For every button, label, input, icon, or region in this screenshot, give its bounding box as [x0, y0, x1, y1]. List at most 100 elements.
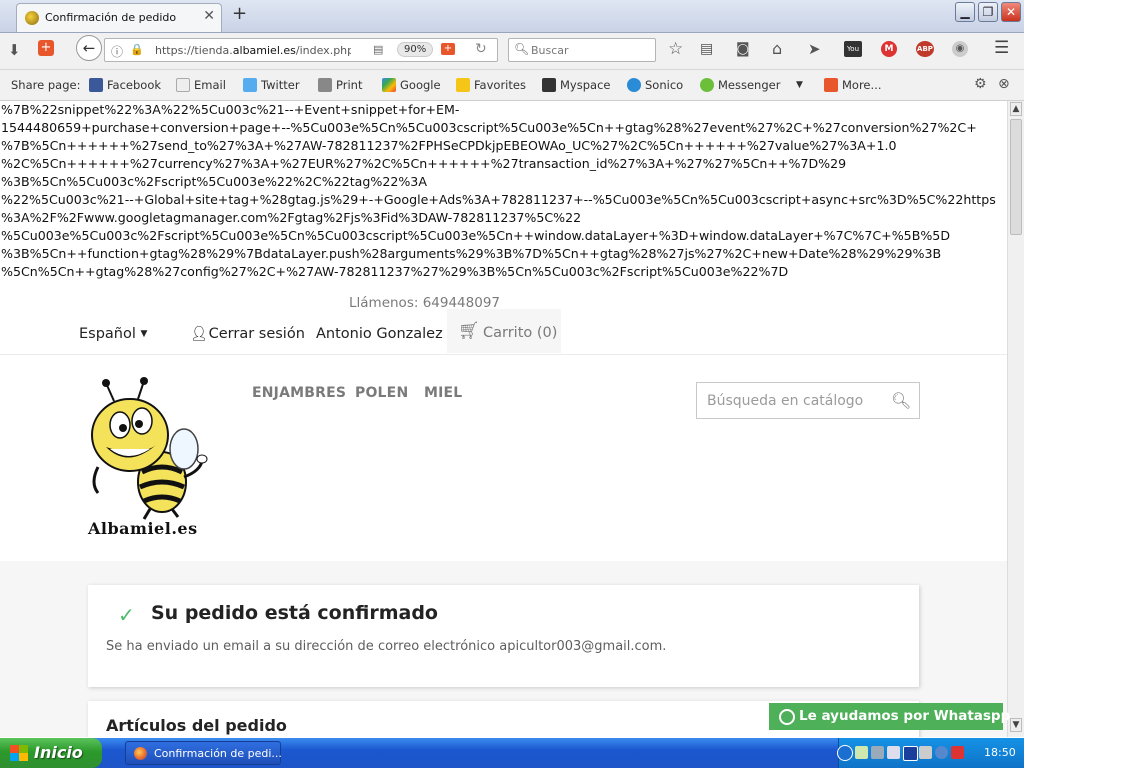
close-sharebar-icon[interactable]: ⊗	[998, 76, 1010, 92]
bee-logo-icon	[91, 377, 208, 520]
scroll-up-icon[interactable]: ▲	[1010, 102, 1022, 116]
print-icon	[318, 78, 332, 92]
logout-link[interactable]: 👤︎ Cerrar sesión	[190, 326, 305, 342]
whatsapp-help-button[interactable]: Le ayudamos por Whataspp	[769, 703, 1010, 730]
send-icon[interactable]: ➤	[808, 40, 821, 58]
google-icon	[382, 78, 396, 92]
caret-down-icon: ▼	[140, 329, 148, 339]
menu-hamburger-icon[interactable]: ☰	[994, 38, 1009, 58]
vertical-scrollbar[interactable]: ▲ ▼	[1007, 101, 1024, 737]
share-messenger[interactable]: Messenger	[700, 78, 780, 92]
search-icon: 🔍︎	[514, 42, 530, 56]
system-tray: 18:50	[837, 738, 1024, 768]
share-facebook[interactable]: Facebook	[89, 78, 161, 92]
back-arrow-icon[interactable]: ←	[76, 35, 102, 61]
reload-icon[interactable]: ↻	[475, 41, 487, 57]
tracking-code-text: %7B%22snippet%22%3A%22%5Cu003c%21--+Even…	[1, 102, 996, 279]
whatsapp-icon	[779, 709, 795, 725]
tray-app-icon[interactable]	[855, 746, 868, 759]
browser-search-input[interactable]: 🔍︎ Buscar	[508, 38, 656, 62]
more-plus-icon	[824, 78, 838, 92]
close-tab-icon[interactable]: ✕	[203, 8, 215, 24]
new-tab-icon[interactable]: +	[232, 3, 247, 24]
desktop-blank-area	[1024, 0, 1139, 768]
zoom-indicator[interactable]: 90%	[397, 42, 434, 57]
tray-network-icon[interactable]	[871, 746, 884, 759]
bee-favicon-icon	[25, 11, 39, 25]
bookmarks-list-icon[interactable]: ▤	[700, 41, 713, 57]
lock-icon: 🔒	[130, 43, 144, 56]
sonico-icon	[627, 78, 641, 92]
search-icon[interactable]: 🔍︎	[891, 391, 911, 410]
home-icon[interactable]: ⌂	[772, 39, 782, 58]
nav-toolbar: ⬇ + ← ⓘ 🔒 https://tienda.albamiel.es/ind…	[0, 33, 1024, 70]
addon-plus-icon[interactable]: +	[38, 40, 54, 56]
tray-device-icon[interactable]	[919, 746, 932, 759]
twitter-icon	[243, 78, 257, 92]
menu-item-enjambres[interactable]: ENJAMBRES	[252, 385, 346, 401]
info-icon[interactable]: ⓘ	[111, 43, 123, 60]
extension-icon[interactable]: ◉	[952, 41, 968, 57]
logo-text: Albamiel.es	[88, 519, 198, 538]
restore-button[interactable]: ❐	[978, 2, 998, 22]
youtube-icon[interactable]: You	[844, 41, 862, 57]
catalog-search-input[interactable]: Búsqueda en catálogo 🔍︎	[696, 382, 920, 419]
language-selector[interactable]: Español ▼	[79, 326, 147, 342]
share-label: Share page:	[11, 78, 81, 92]
windows-logo-icon	[10, 745, 28, 761]
account-link[interactable]: Antonio Gonzalez	[316, 326, 443, 342]
close-window-button[interactable]: ✕	[1001, 2, 1021, 22]
share-google[interactable]: Google	[382, 78, 441, 92]
taskbar: Inicio Confirmación de pedi... 18:50	[0, 738, 1024, 768]
check-icon: ✓	[118, 603, 135, 627]
confirmation-title: Su pedido está confirmado	[151, 602, 438, 624]
tray-antivirus-icon[interactable]	[951, 746, 964, 759]
minimize-button[interactable]: ▁	[955, 2, 975, 22]
firefox-icon	[134, 747, 147, 760]
messenger-icon	[700, 78, 714, 92]
url-bar[interactable]: ⓘ 🔒 https://tienda.albamiel.es/index.php…	[104, 38, 498, 62]
share-more[interactable]: More...	[824, 78, 881, 92]
share-toolbar: Share page: Facebook Email Twitter Print…	[0, 70, 1024, 101]
menu-item-miel[interactable]: MIEL	[424, 385, 462, 401]
share-print[interactable]: Print	[318, 78, 362, 92]
url-text: https://tienda.albamiel.es/index.php?cor	[155, 44, 351, 57]
gear-icon[interactable]: ⚙	[974, 76, 987, 92]
adblock-icon[interactable]: ABP	[916, 41, 934, 57]
share-twitter[interactable]: Twitter	[243, 78, 300, 92]
start-button[interactable]: Inicio	[0, 738, 102, 768]
share-favorites[interactable]: Favorites	[456, 78, 526, 92]
facebook-icon	[89, 78, 103, 92]
tray-security-icon[interactable]	[903, 746, 918, 761]
page-content: %7B%22snippet%22%3A%22%5Cu003c%21--+Even…	[0, 101, 1007, 737]
share-sonico[interactable]: Sonico	[627, 78, 683, 92]
share-myspace[interactable]: Myspace	[542, 78, 610, 92]
taskbar-item-firefox[interactable]: Confirmación de pedi...	[125, 741, 282, 765]
scroll-down-icon[interactable]: ▼	[1010, 718, 1022, 732]
cart-icon: 🛒︎	[458, 321, 480, 341]
browser-window: Confirmación de pedido ✕ + ▁ ❐ ✕ ⬇ + ← ⓘ…	[0, 0, 1024, 768]
confirmation-card: ✓ Su pedido está confirmado Se ha enviad…	[88, 585, 919, 687]
catalog-search-placeholder: Búsqueda en catálogo	[707, 393, 864, 409]
header-divider	[0, 354, 1007, 355]
tray-expand-icon[interactable]	[837, 745, 853, 761]
site-logo[interactable]: Albamiel.es	[84, 377, 208, 541]
pocket-icon[interactable]: ◙	[736, 41, 750, 57]
taskbar-clock: 18:50	[984, 746, 1016, 759]
menu-item-polen[interactable]: POLEN	[355, 385, 408, 401]
gmail-icon[interactable]: M	[881, 41, 897, 57]
tray-browser-icon[interactable]	[935, 746, 948, 759]
share-dropdown-icon[interactable]: ▼	[796, 80, 803, 90]
scroll-thumb[interactable]	[1010, 119, 1022, 235]
reader-view-icon[interactable]: ▤	[373, 43, 383, 56]
star-icon	[456, 78, 470, 92]
addon-icon[interactable]: +	[441, 43, 455, 55]
cart-button[interactable]: 🛒︎ Carrito (0)	[447, 309, 561, 353]
download-icon[interactable]: ⬇	[8, 41, 21, 59]
share-email[interactable]: Email	[176, 78, 226, 92]
tray-display-icon[interactable]	[887, 746, 900, 759]
email-icon	[176, 78, 190, 92]
confirmation-message: Se ha enviado un email a su dirección de…	[106, 639, 667, 654]
bookmark-star-icon[interactable]: ☆	[668, 39, 683, 59]
tab-active[interactable]: Confirmación de pedido ✕	[16, 3, 222, 32]
